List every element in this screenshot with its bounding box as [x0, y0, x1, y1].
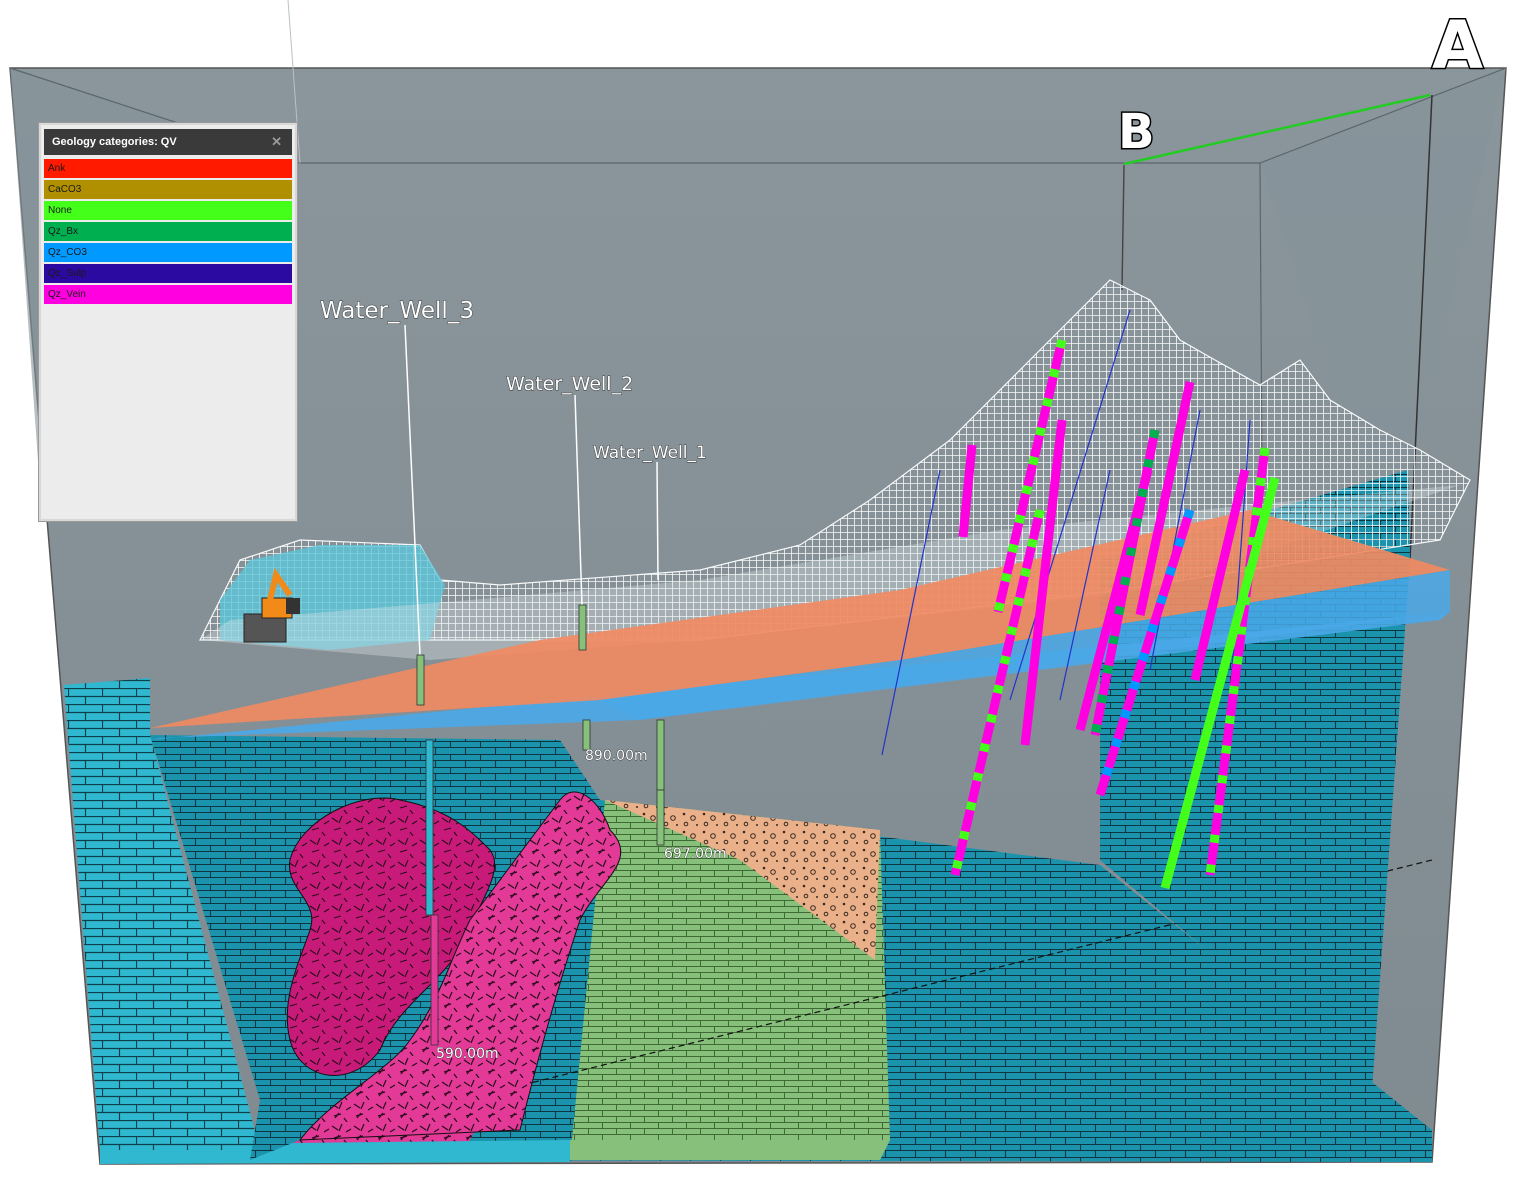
legend-item[interactable]: Qz_Vein — [44, 285, 292, 304]
corner-label-b: B — [1118, 104, 1155, 160]
legend-item[interactable]: Qz_CO3 — [44, 243, 292, 262]
legend-title: Geology categories: QV — [52, 136, 177, 148]
geology-legend-panel[interactable]: Geology categories: QV ✕ Ank CaCO3 None Qz_… — [38, 122, 298, 522]
legend-item[interactable]: Qz_Bx — [44, 222, 292, 241]
well-2-label: Water_Well_2 — [506, 373, 633, 395]
well-3-depth: 590.00m — [436, 1046, 499, 1062]
close-icon[interactable]: ✕ — [271, 129, 282, 155]
well-1-depth: 697.00m — [664, 846, 727, 862]
legend-item[interactable]: CaCO3 — [44, 180, 292, 199]
corner-label-a: A — [1432, 7, 1483, 84]
well-1-label: Water_Well_1 — [593, 443, 707, 463]
legend-item[interactable]: Ank — [44, 159, 292, 178]
well-2-depth: 890.00m — [585, 748, 648, 764]
legend-item[interactable]: Qz_Sulp — [44, 264, 292, 283]
legend-header: Geology categories: QV ✕ — [44, 129, 292, 155]
well-3-label: Water_Well_3 — [320, 298, 474, 324]
legend-item[interactable]: None — [44, 201, 292, 220]
